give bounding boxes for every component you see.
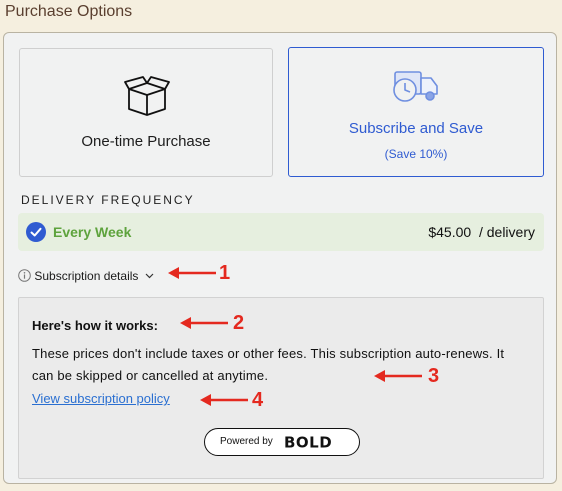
how-it-works-text: These prices don't include taxes or othe… — [32, 346, 505, 383]
subscription-details-label: Subscription details — [34, 269, 139, 283]
callout-arrow-2 — [180, 317, 228, 329]
svg-text:BOLD: BOLD — [284, 435, 332, 449]
callout-number-3: 3 — [428, 365, 440, 387]
one-time-purchase-label: One-time Purchase — [81, 133, 211, 150]
callout-arrow-4 — [200, 394, 248, 406]
subscribe-and-save-option[interactable]: Subscribe and Save (Save 10%) — [288, 47, 544, 177]
delivery-truck-clock-icon — [393, 71, 438, 102]
subscription-details-toggle[interactable]: Subscription details — [18, 269, 154, 283]
info-icon — [18, 269, 31, 282]
open-box-icon — [124, 76, 170, 116]
callout-arrow-1 — [168, 267, 216, 279]
delivery-frequency-heading: DELIVERY FREQUENCY — [21, 193, 195, 207]
price-value: $45.00 — [428, 224, 472, 240]
frequency-label: Every Week — [53, 224, 132, 240]
chevron-down-icon — [145, 273, 154, 279]
frequency-price: $45.00 / delivery — [428, 224, 535, 240]
callout-arrow-3 — [374, 370, 422, 382]
save-percent-label: (Save 10%) — [384, 147, 448, 161]
how-it-works-heading: Here's how it works: — [32, 318, 158, 333]
powered-by-bold-badge[interactable]: Powered by BOLD — [204, 428, 360, 456]
subscribe-and-save-label: Subscribe and Save — [348, 120, 484, 137]
callout-number-4: 4 — [252, 389, 264, 411]
page-title: Purchase Options — [5, 3, 133, 20]
frequency-option-every-week[interactable]: Every Week $45.00 / delivery — [18, 213, 544, 251]
callout-number-2: 2 — [233, 312, 245, 334]
powered-by-label: Powered by — [220, 436, 273, 447]
view-subscription-policy-link[interactable]: View subscription policy — [32, 391, 170, 406]
checkmark-circle-icon — [26, 222, 46, 242]
callout-number-1: 1 — [219, 262, 231, 284]
bold-logo-icon: BOLD — [284, 435, 332, 449]
price-unit: / delivery — [478, 224, 535, 240]
one-time-purchase-option[interactable]: One-time Purchase — [19, 48, 273, 177]
how-it-works-box: Here's how it works: These prices don't … — [18, 297, 544, 479]
purchase-options-panel: One-time Purchase Subscribe and Save (Sa… — [3, 32, 557, 484]
